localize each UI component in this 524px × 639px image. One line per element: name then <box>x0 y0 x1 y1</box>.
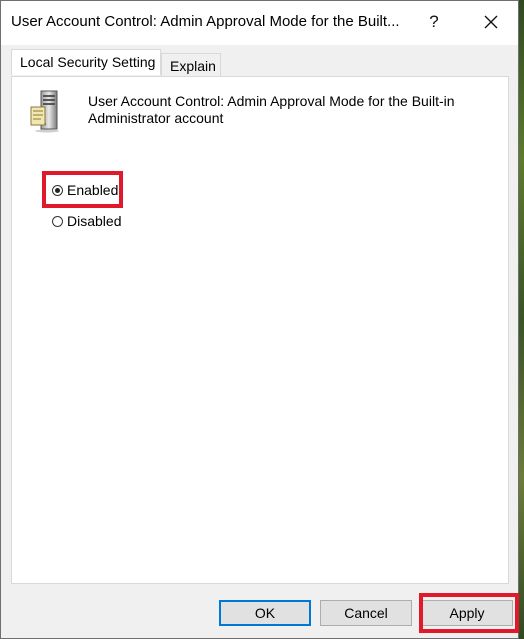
enabled-radio-option[interactable]: Enabled <box>52 180 118 200</box>
disabled-radio-option[interactable]: Disabled <box>52 211 121 231</box>
tab-explain[interactable]: Explain <box>161 53 221 77</box>
ok-button[interactable]: OK <box>219 600 311 626</box>
disabled-radio-button[interactable] <box>52 215 63 227</box>
apply-button[interactable]: Apply <box>421 600 513 626</box>
cancel-button[interactable]: Cancel <box>320 600 412 626</box>
window-title: User Account Control: Admin Approval Mod… <box>11 13 400 30</box>
help-button[interactable]: ? <box>419 7 449 37</box>
tab-local-security-setting[interactable]: Local Security Setting <box>11 49 161 75</box>
policy-description: User Account Control: Admin Approval Mod… <box>88 93 455 126</box>
enabled-radio-button[interactable] <box>52 184 63 196</box>
close-button[interactable] <box>473 7 509 37</box>
local-security-setting-panel: User Account Control: Admin Approval Mod… <box>11 76 509 584</box>
disabled-label: Disabled <box>67 213 122 229</box>
close-icon <box>484 15 498 29</box>
policy-properties-dialog: User Account Control: Admin Approval Mod… <box>0 0 519 639</box>
policy-server-icon <box>30 90 59 133</box>
title-bar: User Account Control: Admin Approval Mod… <box>1 1 518 45</box>
desktop-background <box>519 0 524 639</box>
enabled-label: Enabled <box>67 182 119 198</box>
help-icon: ? <box>429 12 439 31</box>
